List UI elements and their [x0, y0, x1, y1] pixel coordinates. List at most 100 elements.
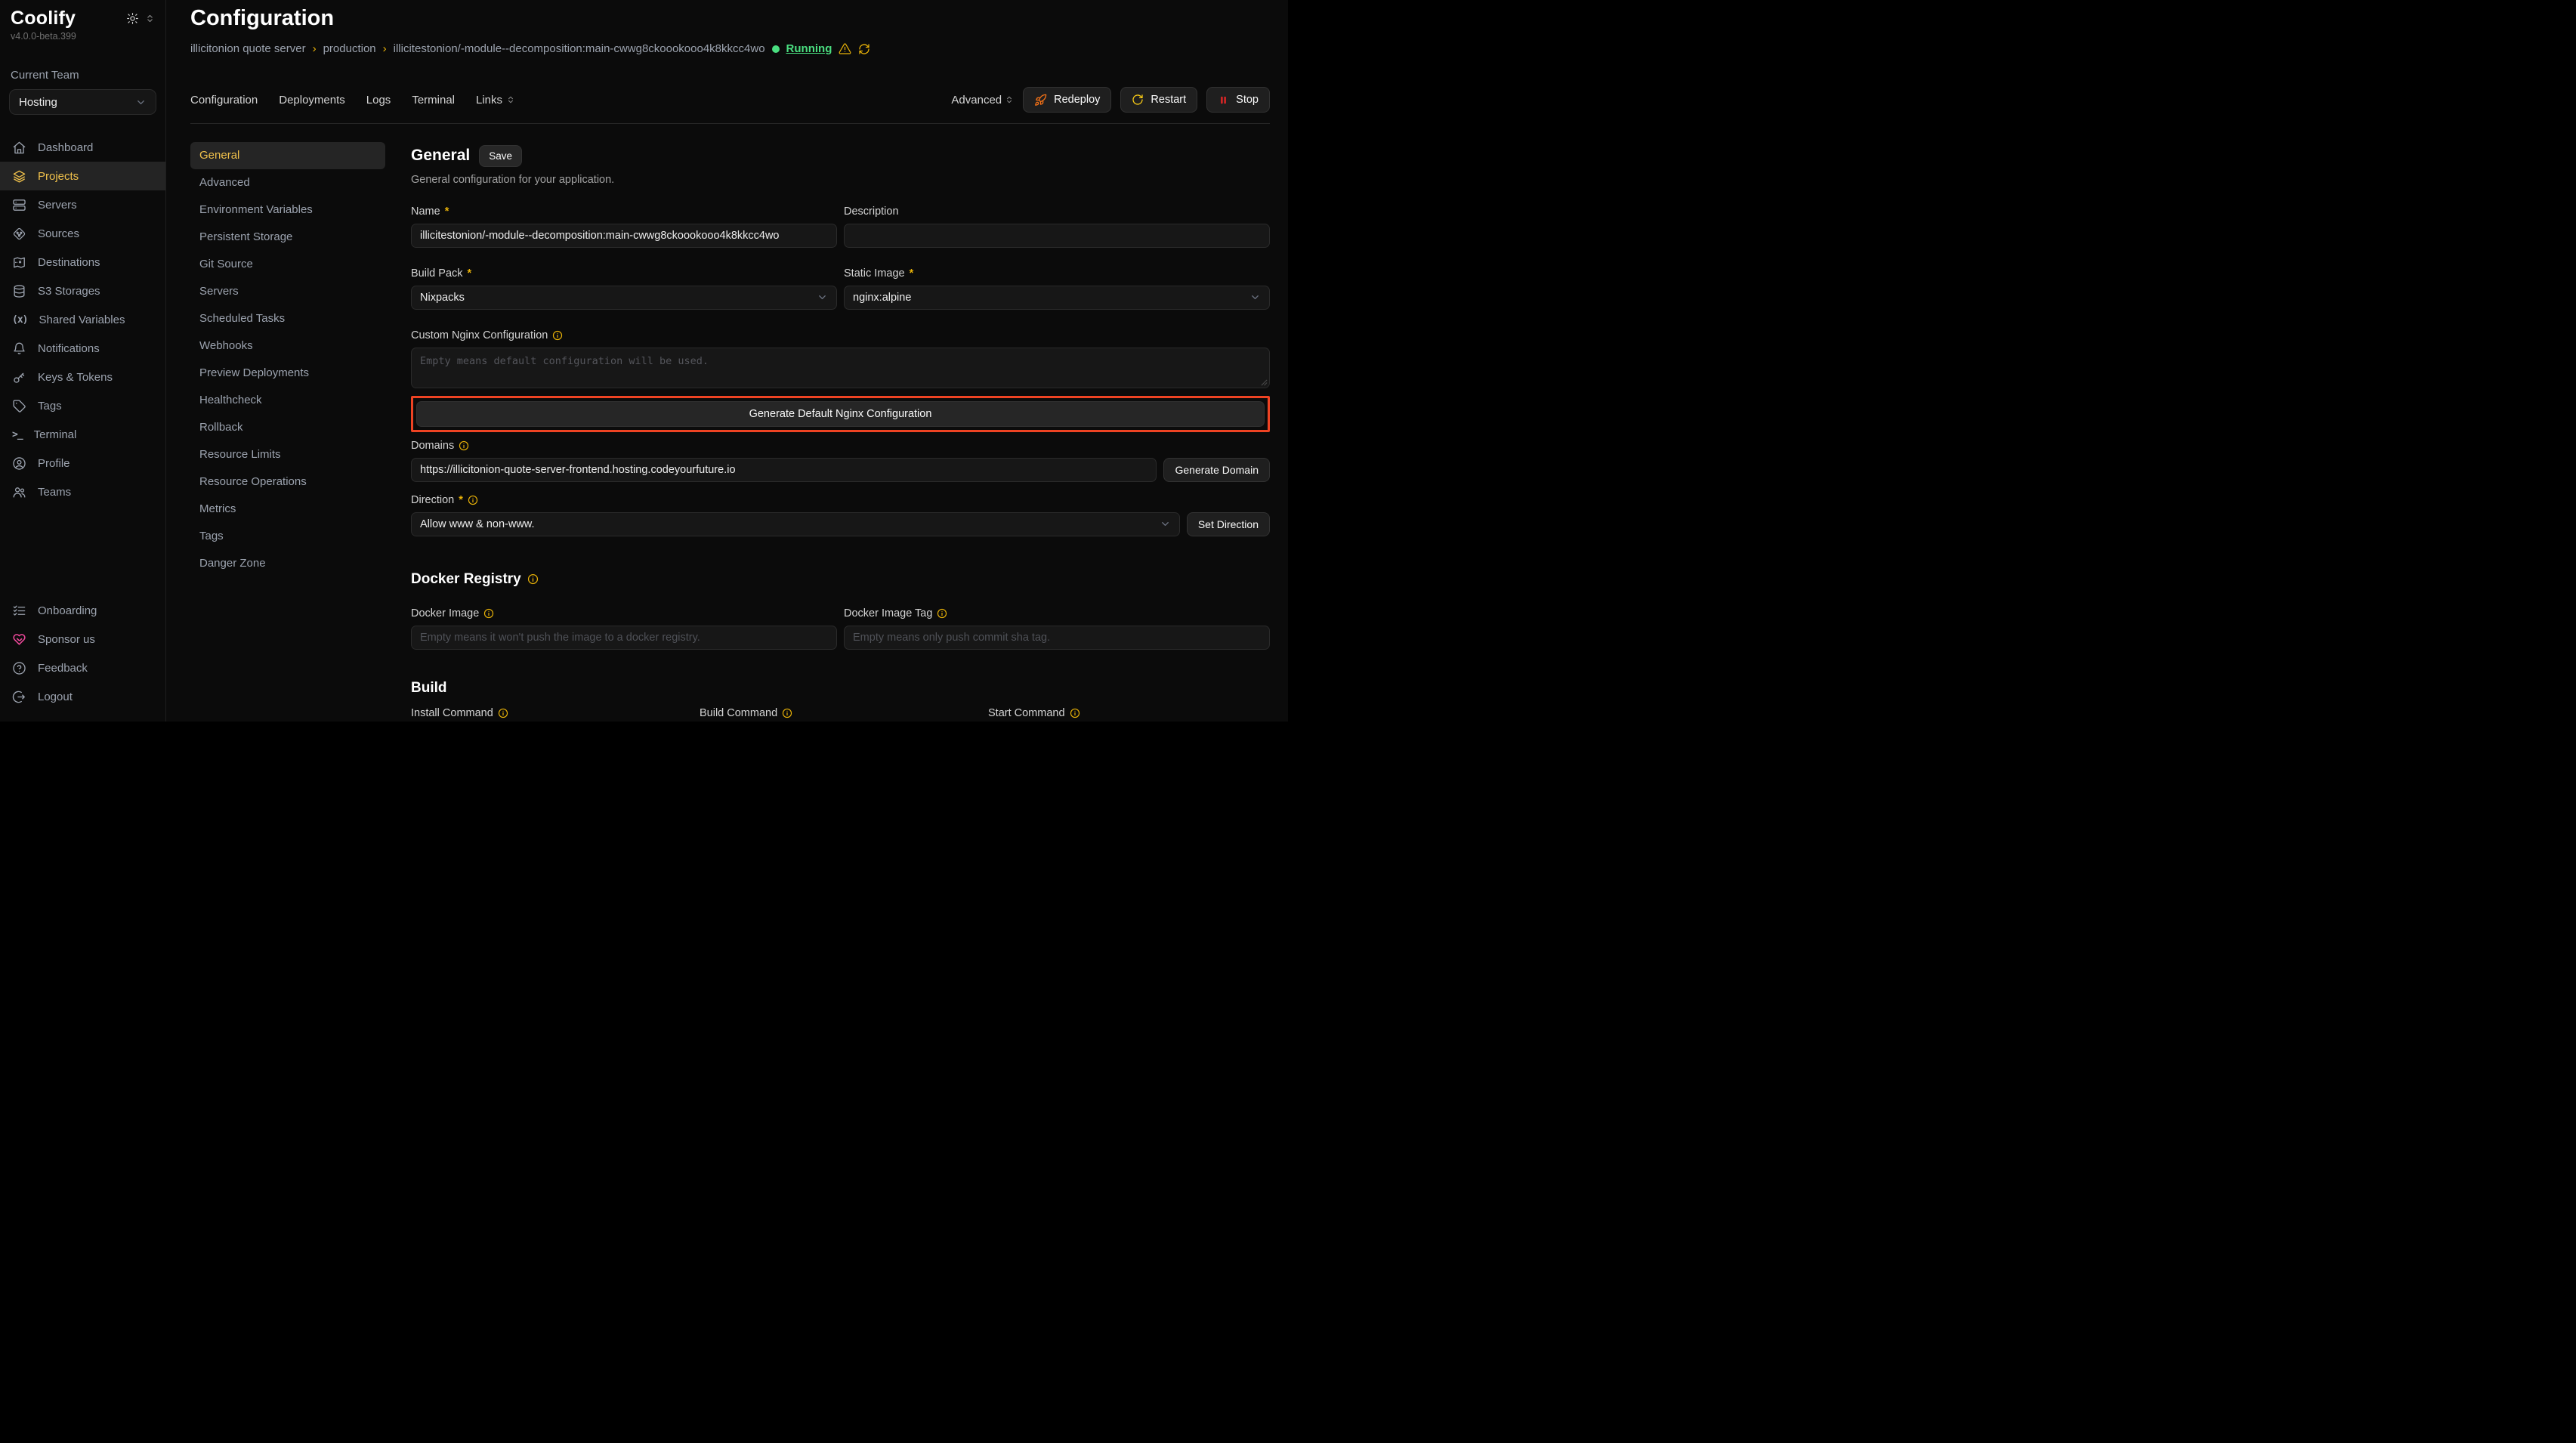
config-nav-advanced[interactable]: Advanced	[190, 169, 385, 196]
tabs-row: Configuration Deployments Logs Terminal …	[190, 87, 1270, 113]
config-nav-environment-variables[interactable]: Environment Variables	[190, 196, 385, 224]
sidebar-item-shared-variables[interactable]: (x) Shared Variables	[0, 305, 165, 334]
sidebar-item-feedback[interactable]: Feedback	[0, 654, 165, 682]
sidebar-item-onboarding[interactable]: Onboarding	[0, 596, 165, 625]
sidebar-item-profile[interactable]: Profile	[0, 449, 165, 477]
sidebar-item-logout[interactable]: Logout	[0, 682, 165, 711]
config-nav-git-source[interactable]: Git Source	[190, 251, 385, 278]
build-pack-select[interactable]: Nixpacks	[411, 286, 837, 310]
nginx-config-textarea[interactable]	[411, 348, 1270, 388]
page-title: Configuration	[190, 6, 1270, 31]
general-form: General Save General configuration for y…	[411, 142, 1270, 722]
domains-input[interactable]	[411, 458, 1157, 482]
sidebar-item-dashboard[interactable]: Dashboard	[0, 133, 165, 162]
map-icon	[12, 255, 26, 270]
restart-button[interactable]: Restart	[1120, 87, 1197, 113]
advanced-dropdown[interactable]: Advanced	[951, 94, 1014, 107]
install-command-label: Install Command	[411, 707, 493, 719]
info-icon	[468, 495, 478, 505]
save-button[interactable]: Save	[479, 145, 522, 167]
tab-configuration[interactable]: Configuration	[190, 94, 258, 107]
sidebar-item-notifications[interactable]: Notifications	[0, 334, 165, 363]
warning-icon	[839, 42, 851, 55]
info-icon	[459, 440, 469, 451]
breadcrumb-project[interactable]: illicitonion quote server	[190, 42, 306, 55]
breadcrumb-application[interactable]: illicitestonion/-module--decomposition:m…	[394, 42, 765, 55]
generate-domain-button[interactable]: Generate Domain	[1163, 458, 1270, 482]
resize-handle[interactable]	[1261, 379, 1268, 386]
config-nav-tags[interactable]: Tags	[190, 523, 385, 550]
required-asterisk: *	[468, 267, 472, 280]
sun-icon[interactable]	[126, 12, 139, 25]
static-image-label: Static Image	[844, 267, 905, 280]
sidebar-item-destinations[interactable]: Destinations	[0, 248, 165, 277]
section-heading-build: Build	[411, 680, 447, 697]
docker-image-label: Docker Image	[411, 607, 479, 620]
sidebar-item-projects[interactable]: Projects	[0, 162, 165, 190]
info-icon	[483, 608, 494, 619]
config-nav-scheduled-tasks[interactable]: Scheduled Tasks	[190, 305, 385, 332]
sidebar-item-s3-storages[interactable]: S3 Storages	[0, 277, 165, 305]
build-command-label: Build Command	[700, 707, 777, 719]
config-nav-resource-operations[interactable]: Resource Operations	[190, 468, 385, 496]
sidebar-item-tags[interactable]: Tags	[0, 391, 165, 420]
docker-image-tag-input[interactable]	[844, 626, 1270, 650]
config-nav-general[interactable]: General	[190, 142, 385, 169]
config-nav-rollback[interactable]: Rollback	[190, 414, 385, 441]
sidebar: Coolify v4.0.0-beta.399 Current Team Hos…	[0, 0, 166, 722]
docker-image-input[interactable]	[411, 626, 837, 650]
stop-button[interactable]: Stop	[1206, 87, 1270, 113]
sidebar-item-sponsor[interactable]: Sponsor us	[0, 625, 165, 654]
terminal-icon: >_	[12, 429, 23, 440]
tab-links[interactable]: Links	[476, 94, 515, 107]
team-select[interactable]: Hosting	[9, 89, 156, 115]
tab-deployments[interactable]: Deployments	[279, 94, 345, 107]
status-running-link[interactable]: Running	[786, 42, 832, 55]
config-nav-webhooks[interactable]: Webhooks	[190, 332, 385, 360]
config-nav-metrics[interactable]: Metrics	[190, 496, 385, 523]
info-icon	[527, 573, 539, 585]
config-nav-preview-deployments[interactable]: Preview Deployments	[190, 360, 385, 387]
config-nav-persistent-storage[interactable]: Persistent Storage	[190, 224, 385, 251]
sidebar-item-terminal[interactable]: >_ Terminal	[0, 420, 165, 449]
required-asterisk: *	[910, 267, 914, 280]
set-direction-button[interactable]: Set Direction	[1187, 512, 1270, 536]
chevron-down-icon	[1249, 292, 1261, 303]
description-input[interactable]	[844, 224, 1270, 248]
sidebar-item-sources[interactable]: Sources	[0, 219, 165, 248]
config-nav-danger-zone[interactable]: Danger Zone	[190, 550, 385, 577]
app-logo: Coolify	[11, 8, 76, 29]
name-label: Name	[411, 205, 440, 218]
variable-icon: (x)	[12, 314, 27, 326]
config-nav-servers[interactable]: Servers	[190, 278, 385, 305]
generate-nginx-config-button[interactable]: Generate Default Nginx Configuration	[416, 401, 1265, 427]
coolify-app: Coolify v4.0.0-beta.399 Current Team Hos…	[0, 0, 1288, 722]
theme-chevrons-icon[interactable]	[145, 14, 155, 23]
sidebar-bottom-nav: Onboarding Sponsor us Feedback Logout	[0, 596, 165, 711]
breadcrumb-environment[interactable]: production	[323, 42, 376, 55]
domains-label: Domains	[411, 440, 454, 452]
redeploy-button[interactable]: Redeploy	[1023, 87, 1111, 113]
direction-select[interactable]: Allow www & non-www.	[411, 512, 1180, 536]
sidebar-nav: Dashboard Projects Servers Sources Desti…	[0, 133, 165, 506]
tab-terminal[interactable]: Terminal	[412, 94, 455, 107]
logout-icon	[12, 690, 26, 704]
static-image-select[interactable]: nginx:alpine	[844, 286, 1270, 310]
checklist-icon	[12, 604, 26, 618]
restart-icon	[1132, 94, 1144, 106]
sidebar-item-teams[interactable]: Teams	[0, 477, 165, 506]
tab-logs[interactable]: Logs	[366, 94, 391, 107]
name-input[interactable]	[411, 224, 837, 248]
database-icon	[12, 284, 26, 298]
description-label: Description	[844, 205, 899, 218]
chevron-right-icon: ›	[383, 42, 387, 55]
config-nav-healthcheck[interactable]: Healthcheck	[190, 387, 385, 414]
refresh-icon[interactable]	[858, 43, 870, 55]
sidebar-item-servers[interactable]: Servers	[0, 190, 165, 219]
build-pack-label: Build Pack	[411, 267, 463, 280]
sidebar-item-keys-tokens[interactable]: Keys & Tokens	[0, 363, 165, 391]
chevron-right-icon: ›	[313, 42, 317, 55]
config-nav-resource-limits[interactable]: Resource Limits	[190, 441, 385, 468]
section-heading-general: General	[411, 147, 470, 165]
chevron-down-icon	[817, 292, 828, 303]
